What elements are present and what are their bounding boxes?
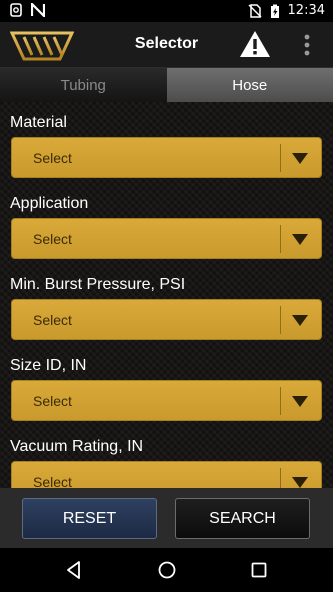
status-time: 12:34 <box>287 3 325 18</box>
search-button[interactable]: SEARCH <box>175 498 310 539</box>
navigation-bar <box>0 548 333 592</box>
tab-bar: Tubing Hose <box>0 68 333 102</box>
select-divider <box>280 144 281 172</box>
sim-off-icon <box>248 3 262 18</box>
dropdown-arrow-icon <box>292 234 308 245</box>
no-signal-icon <box>31 3 45 17</box>
burst-pressure-select[interactable]: Select <box>11 299 322 340</box>
vacuum-rating-select[interactable]: Select <box>11 461 322 488</box>
dropdown-arrow-icon <box>292 477 308 488</box>
action-bar: RESET SEARCH <box>0 488 333 548</box>
burst-pressure-label: Min. Burst Pressure, PSI <box>10 276 186 293</box>
size-id-label: Size ID, IN <box>10 357 87 374</box>
vacuum-rating-label: Vacuum Rating, IN <box>10 438 144 455</box>
select-divider <box>280 468 281 488</box>
size-id-select[interactable]: Select <box>11 380 322 421</box>
material-select-value: Select <box>33 150 72 166</box>
back-icon[interactable] <box>64 560 84 580</box>
status-bar: 12:34 <box>0 0 333 22</box>
select-divider <box>280 225 281 253</box>
application-label: Application <box>10 195 89 212</box>
page-title: Selector <box>134 35 199 52</box>
reset-button[interactable]: RESET <box>22 498 157 539</box>
vacuum-rating-select-value: Select <box>33 474 72 488</box>
dropdown-arrow-icon <box>292 315 308 326</box>
material-label: Material <box>10 114 67 131</box>
recents-icon[interactable] <box>249 560 269 580</box>
home-icon[interactable] <box>157 560 177 580</box>
tab-hose[interactable]: Hose <box>166 68 333 102</box>
select-divider <box>280 306 281 334</box>
selector-form: Material Select Application Select Min. … <box>0 102 333 488</box>
burst-pressure-select-value: Select <box>33 312 72 328</box>
select-divider <box>280 387 281 415</box>
battery-charging-icon <box>270 4 279 18</box>
application-select[interactable]: Select <box>11 218 322 259</box>
dropdown-arrow-icon <box>292 396 308 407</box>
material-select[interactable]: Select <box>11 137 322 178</box>
tab-tubing[interactable]: Tubing <box>0 68 167 102</box>
sync-icon <box>10 3 22 17</box>
app-bar: Selector <box>0 22 333 68</box>
application-select-value: Select <box>33 231 72 247</box>
warning-icon[interactable] <box>239 30 271 58</box>
dropdown-arrow-icon <box>292 153 308 164</box>
size-id-select-value: Select <box>33 393 72 409</box>
overflow-menu-icon[interactable] <box>298 32 316 58</box>
